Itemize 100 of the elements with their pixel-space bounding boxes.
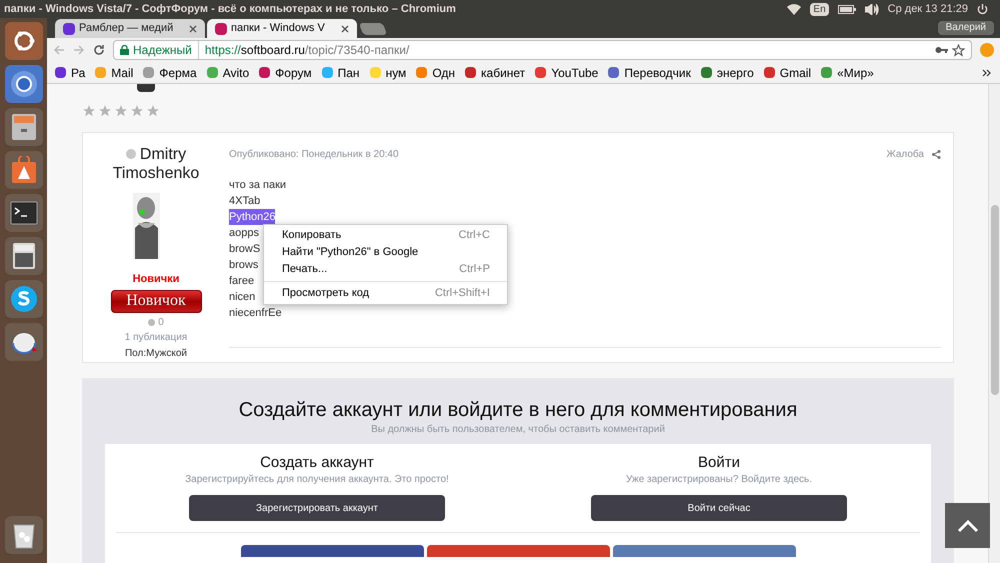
trash-icon[interactable] — [4, 516, 42, 554]
key-icon[interactable] — [935, 46, 948, 54]
browser-icon[interactable] — [4, 65, 42, 103]
secure-label: Надежный — [133, 41, 199, 59]
gender-info: Пол:Мужской — [124, 346, 188, 360]
bookmark-label: Mail — [111, 64, 134, 82]
star-icon — [146, 104, 160, 118]
column-subtitle: Зарегистрируйтесь для получения аккаунта. Это просто! — [185, 473, 449, 487]
publish-date: Опубликовано: Понедельник в 20:40 — [229, 148, 399, 162]
bookmark-label: Одн — [432, 64, 456, 82]
ubuntu-logo-icon[interactable] — [4, 22, 42, 60]
column-subtitle: Уже зарегистрированы? Войдите здесь. — [626, 473, 812, 487]
login-button[interactable]: Войти сейчас — [591, 495, 847, 521]
bookmark-label: Avito — [222, 64, 250, 82]
url-text: https://softboard.ru/topic/73540-папки/ — [204, 42, 410, 59]
post-text-line: nicen — [229, 290, 256, 305]
shortcut-label: Ctrl+Shift+I — [434, 286, 490, 302]
chevron-up-icon — [956, 518, 978, 532]
bookmark[interactable]: Ра — [55, 64, 86, 82]
address-bar[interactable]: Надежный https://softboard.ru/topic/73540-папки/ — [113, 40, 972, 60]
bookmark-label: Форум — [275, 64, 312, 82]
tab-title: папки - Windows V — [231, 21, 326, 36]
share-icon[interactable] — [932, 150, 941, 159]
clock[interactable]: Ср дек 13 21:29 — [888, 0, 968, 18]
post-text-line: brows — [229, 258, 258, 273]
bookmark[interactable]: Ферма — [143, 64, 197, 82]
bookmark[interactable]: кабинет — [465, 64, 526, 82]
reload-icon[interactable] — [93, 44, 105, 56]
battery-icon — [838, 4, 856, 14]
browser-tab[interactable]: Рамблер — медий — [55, 19, 205, 38]
close-icon[interactable] — [189, 24, 197, 32]
chevron-icon[interactable] — [982, 68, 992, 76]
bookmark-label: Пан — [338, 64, 360, 82]
post-text-line: browS — [229, 242, 260, 257]
menu-item[interactable]: Печать... Ctrl+P — [264, 261, 507, 278]
browser-tab[interactable]: папки - Windows V — [207, 19, 357, 38]
close-icon[interactable] — [341, 24, 349, 32]
section-subtitle: Вы должны быть пользователем, чтобы оставить комментарий — [371, 423, 665, 437]
bookmark[interactable]: энерго — [700, 64, 754, 82]
post-text-line: niecenfrEe — [229, 306, 282, 321]
star-icon — [82, 104, 96, 118]
register-button[interactable]: Зарегистрировать аккаунт — [189, 495, 445, 521]
bookmark[interactable]: Форум — [259, 64, 312, 82]
star-icon — [130, 104, 144, 118]
tab-title: Рамблер — медий — [79, 21, 174, 36]
bookmark-label: Ра — [71, 64, 86, 82]
column-title: Войти — [698, 454, 740, 472]
terminal-icon[interactable] — [4, 194, 42, 232]
menu-item[interactable]: Копировать Ctrl+C — [264, 227, 507, 244]
post-text-line: 4XTab — [229, 194, 260, 209]
reputation-count: 0 — [158, 316, 164, 330]
badge-edge — [137, 84, 155, 92]
bookmark[interactable]: Avito — [206, 64, 250, 82]
bookmark[interactable]: Одн — [416, 64, 456, 82]
bookmark-label: кабинет — [481, 64, 526, 82]
bookmark[interactable]: Переводчик — [608, 64, 691, 82]
window-title: папки - Windows Vista/7 - СофтФорум - всё о компьютерах и не только – Chromium — [4, 2, 456, 17]
section-heading: Создайте аккаунт или войдите в него для комментирования — [238, 398, 798, 422]
menu-item[interactable]: Просмотреть код Ctrl+Shift+I — [264, 285, 507, 302]
star-outline-icon[interactable] — [952, 44, 965, 56]
member-group: Новички — [132, 271, 180, 288]
new-tab-button[interactable] — [358, 23, 388, 35]
post-count: 1 публикация — [124, 330, 188, 344]
bookmark-label: Переводчик — [624, 64, 691, 82]
wifi-icon — [787, 4, 802, 14]
author-name[interactable]: Dmitry Timoshenko — [101, 145, 211, 183]
star-icon — [114, 104, 128, 118]
bookmark-label: энерго — [716, 64, 754, 82]
bookmark-label: Gmail — [780, 64, 812, 82]
menu-item[interactable]: Найти "Python26" в Google — [264, 244, 507, 261]
post-text-line: aopps — [229, 226, 259, 241]
shopping-bag-icon[interactable] — [4, 151, 42, 189]
bookmark[interactable]: Mail — [95, 64, 134, 82]
bookmark[interactable]: Пан — [322, 64, 360, 82]
skype-icon[interactable] — [4, 280, 42, 318]
bookmark[interactable]: YouTube — [535, 64, 598, 82]
post-text-line: что за паки — [229, 178, 286, 193]
power-icon[interactable] — [977, 4, 988, 14]
bookmark-label: Ферма — [159, 64, 197, 82]
column-title: Создать аккаунт — [260, 454, 374, 472]
star-icon — [98, 104, 112, 118]
post-text-line: faree — [229, 274, 254, 289]
scrollbar-thumb[interactable] — [990, 205, 998, 395]
file-cabinet-icon[interactable] — [4, 108, 42, 146]
profile-button[interactable]: Валерий — [938, 21, 994, 35]
volume-icon — [864, 4, 879, 14]
rank-badge: Новичок — [110, 290, 202, 312]
shortcut-label: Ctrl+P — [459, 262, 490, 278]
bookmark-label: нум — [386, 64, 406, 82]
bookmark-label: YouTube — [551, 64, 598, 82]
calculator-icon[interactable] — [4, 237, 42, 275]
bookmark-label: «Мир» — [837, 64, 874, 82]
bookmark[interactable]: Gmail — [764, 64, 812, 82]
bookmark[interactable]: нум — [370, 64, 406, 82]
keyboard-indicator[interactable]: En — [810, 2, 829, 16]
reputation-icon — [148, 318, 156, 326]
scroll-top-button[interactable] — [945, 503, 990, 548]
lock-icon — [120, 45, 129, 55]
shortcut-label: Ctrl+C — [458, 228, 490, 244]
bookmark[interactable]: «Мир» — [821, 64, 874, 82]
